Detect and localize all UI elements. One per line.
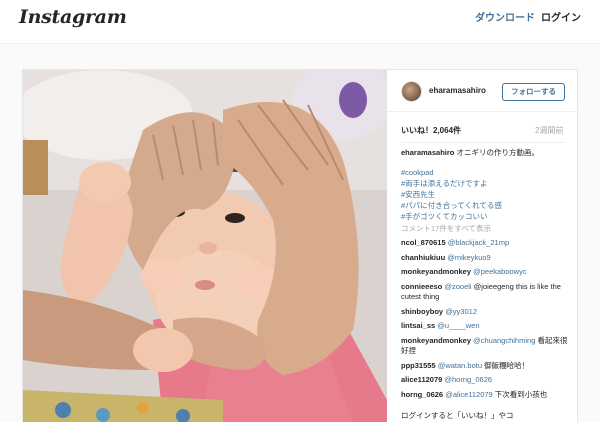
comment-username[interactable]: lintsai_ss [401, 321, 435, 330]
comment: shinboyboy @yy3012 [401, 307, 573, 318]
comments-section: eharamasahiro オニギリの作り方動画。 #cookpad #両手は添… [401, 148, 573, 404]
caption: eharamasahiro オニギリの作り方動画。 [401, 148, 573, 159]
comment-mention[interactable]: @zooeli [444, 282, 471, 291]
caption-username[interactable]: eharamasahiro [401, 148, 454, 157]
comment: connieeeso @zooeli @joieegeng this is li… [401, 282, 573, 303]
post-photo[interactable] [23, 70, 387, 422]
hashtag[interactable]: #手がゴツくてカッコいい [401, 212, 573, 223]
comment: chanhiukiuu @mikeykuo9 [401, 253, 573, 264]
comment-mention[interactable]: @chuangchihming [473, 336, 535, 345]
login-link[interactable]: ログイン [541, 9, 581, 24]
follow-button[interactable]: フォローする [502, 83, 565, 101]
comment-username[interactable]: chanhiukiuu [401, 253, 445, 262]
hashtag[interactable]: #安西先生 [401, 190, 573, 201]
comment-mention[interactable]: @mikeykuo9 [447, 253, 490, 262]
comment: ppp31555 @watan.botu 御飯糰哈哈！ [401, 361, 573, 372]
view-all-comments-link[interactable]: コメント17件をすべて表示 [401, 224, 573, 238]
comment: monkeyandmonkey @peekaboowyc [401, 267, 573, 278]
download-link[interactable]: ダウンロード [475, 9, 535, 24]
comment: monkeyandmonkey @chuangchihming 看起來很好捏 [401, 336, 573, 357]
comment-username[interactable]: horng_0626 [401, 390, 443, 399]
instagram-logo[interactable]: Instagram [19, 6, 127, 28]
comment-username[interactable]: connieeeso [401, 282, 442, 291]
comment-username[interactable]: alice112079 [401, 375, 442, 384]
comment-username[interactable]: ppp31555 [401, 361, 436, 370]
post-username[interactable]: eharamasahiro [429, 86, 486, 95]
comment: lintsai_ss @u____wen [401, 321, 573, 332]
comment-text: 下次看到小孩也 [492, 389, 548, 399]
comment-text: 御飯糰哈哈！ [482, 360, 530, 370]
comment-mention[interactable]: @u____wen [437, 321, 479, 330]
comment-username[interactable]: shinboyboy [401, 307, 443, 316]
hashtag[interactable]: #パパに付き合ってくれてる感 [401, 201, 573, 212]
comment-username[interactable]: ncol_870615 [401, 238, 446, 247]
comment-mention[interactable]: @watan.botu [438, 361, 482, 370]
comment-username[interactable]: monkeyandmonkey [401, 336, 471, 345]
comment-mention[interactable]: @yy3012 [445, 307, 477, 316]
comment: horng_0626 @alice112079 下次看到小孩也 [401, 390, 573, 401]
comment-mention[interactable]: @blackjack_21mp [448, 238, 509, 247]
divider [401, 142, 565, 143]
post-header: eharamasahiro フォローする [387, 70, 579, 112]
hashtag[interactable]: #両手は添えるだけですよ [401, 179, 573, 190]
likes-count[interactable]: いいね！2,064件 [401, 125, 461, 136]
hashtag-list: #cookpad #両手は添えるだけですよ #安西先生 #パパに付き合ってくれて… [401, 168, 573, 223]
comment-mention[interactable]: @alice112079 [445, 390, 493, 399]
comment: ncol_870615 @blackjack_21mp [401, 238, 573, 249]
post-card: eharamasahiro フォローする いいね！2,064件 2週間前 eha… [22, 69, 579, 422]
comment-mention[interactable]: @horng_0626 [444, 375, 492, 384]
post-sidebar: eharamasahiro フォローする いいね！2,064件 2週間前 eha… [387, 70, 579, 422]
comment: alice112079 @horng_0626 [401, 375, 573, 386]
comment-username[interactable]: monkeyandmonkey [401, 267, 471, 276]
caption-text: オニギリの作り方動画。 [454, 148, 539, 157]
baby-photo-illustration [23, 70, 387, 422]
login-prompt[interactable]: ログインすると「いいね！」やコ [401, 410, 514, 421]
top-bar: Instagram ダウンロード ログイン [0, 0, 600, 44]
avatar[interactable] [401, 81, 422, 102]
hashtag[interactable]: #cookpad [401, 168, 573, 179]
comment-mention[interactable]: @peekaboowyc [473, 267, 526, 276]
post-time[interactable]: 2週間前 [535, 125, 563, 136]
